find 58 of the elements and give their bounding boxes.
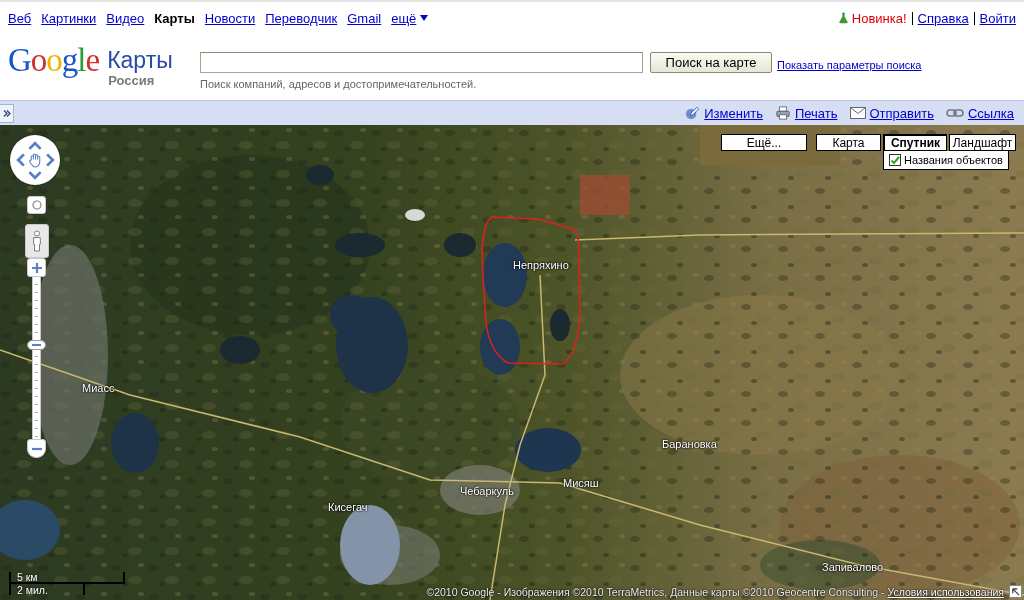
place-label: Чебаркуль: [460, 485, 514, 498]
place-label: Миасс: [82, 382, 115, 395]
caret-icon: [420, 15, 429, 21]
nav-link[interactable]: Веб: [8, 10, 32, 26]
toolbar-link[interactable]: Печать: [774, 105, 838, 121]
person-button[interactable]: [24, 224, 49, 258]
printer-icon: [774, 106, 791, 120]
plus-icon: [31, 262, 42, 273]
user-link[interactable]: Войти: [979, 10, 1016, 26]
nav-link[interactable]: Новости: [204, 10, 256, 26]
nav-link[interactable]: Gmail: [347, 10, 382, 26]
place-label: Кисегач: [328, 501, 368, 514]
search-field[interactable]: [200, 52, 643, 73]
map-type-button[interactable]: Ландшафт: [949, 134, 1016, 151]
region-label: Россия: [108, 73, 156, 88]
terms-link[interactable]: Условия использования: [887, 586, 1004, 598]
envelope-icon: [849, 106, 866, 120]
place-label: Запивалово: [822, 561, 884, 574]
nav-link[interactable]: Картинки: [41, 10, 97, 26]
checkmark-icon: [890, 155, 900, 165]
place-label: Барановка: [662, 438, 717, 451]
corner-button[interactable]: [1009, 585, 1022, 598]
user-link[interactable]: Справка: [917, 10, 969, 26]
more-menu-link[interactable]: ещё: [391, 10, 429, 26]
product-name: Карты: [107, 47, 173, 73]
map-type-button[interactable]: Карта: [816, 134, 881, 151]
sidebar-toggle-button[interactable]: [0, 103, 14, 123]
pencil-icon: [684, 106, 701, 120]
google-logo[interactable]: Google: [8, 43, 100, 77]
hand-icon[interactable]: [27, 152, 43, 168]
labels-checkbox[interactable]: [889, 154, 901, 166]
ring-button[interactable]: [27, 196, 46, 214]
map-type-button[interactable]: Спутник: [883, 134, 947, 151]
nav-link[interactable]: Переводчик: [265, 10, 338, 26]
zoom-in-button[interactable]: [27, 258, 46, 277]
place-label: Непряхино: [513, 259, 569, 272]
scale-label: 2 мил.: [16, 584, 48, 595]
double-chevron-icon: [2, 109, 11, 117]
ring-icon: [31, 200, 42, 210]
flask-icon: [838, 12, 848, 24]
toolbar-link[interactable]: Отправить: [849, 105, 934, 121]
chain-link-icon: [945, 108, 964, 118]
nav-link[interactable]: Видео: [106, 10, 145, 26]
checkbox-label[interactable]: Названия объектов: [904, 154, 1003, 166]
toolbar-link[interactable]: Ссылка: [945, 105, 1014, 121]
search-button[interactable]: Поиск на карте: [650, 52, 772, 73]
person-icon: [31, 229, 42, 253]
scale-label: 5 км: [16, 572, 38, 582]
search-hint: Поиск компаний, адресов и достопримечательностей.: [200, 78, 478, 90]
nav-link[interactable]: Карты: [154, 10, 195, 26]
map-type-button[interactable]: Ещё...: [721, 134, 807, 151]
toolbar-link[interactable]: Изменить: [684, 105, 763, 121]
place-label: Мисяш: [563, 477, 599, 490]
search-options-link[interactable]: Показать параметры поиска: [777, 58, 922, 72]
zoom-slider-thumb[interactable]: [27, 340, 46, 351]
diagonal-arrow-icon: [1011, 587, 1020, 596]
new-features-link[interactable]: Новинка!: [851, 10, 907, 26]
copyright-text: ©2010 Google - Изображения ©2010 TerraMetrics, Данные карты ©2010 Geocentre Consulting - Условия использования: [426, 586, 1004, 599]
